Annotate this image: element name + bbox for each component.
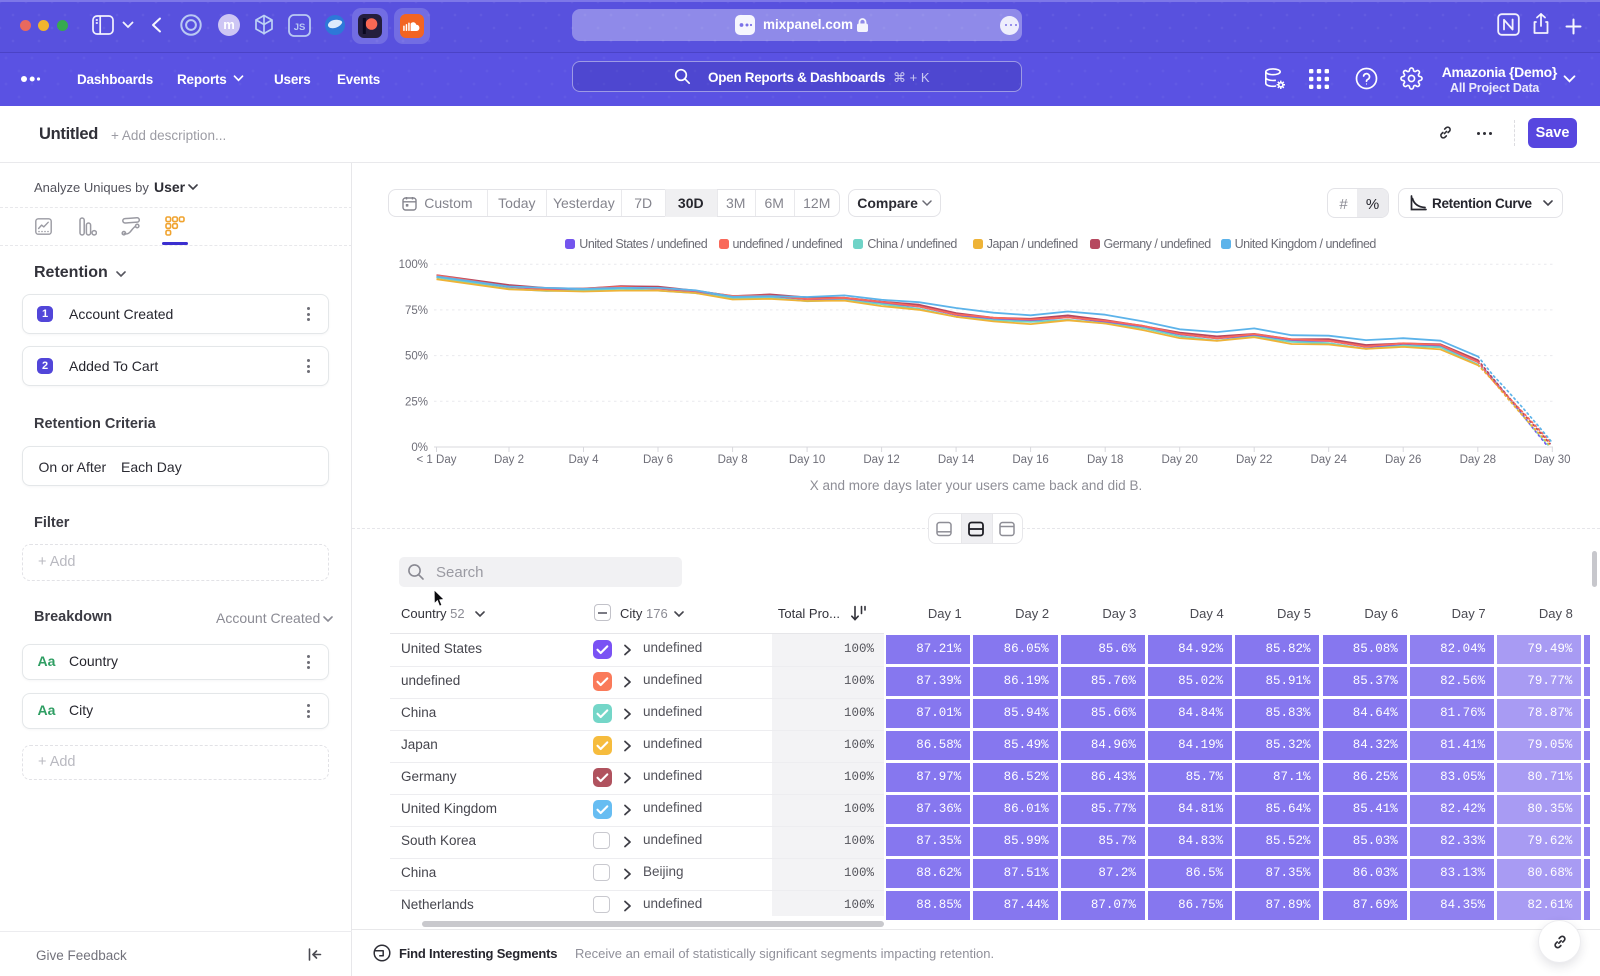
svg-text:Day 20: Day 20 — [1161, 454, 1197, 466]
svg-text:Day 10: Day 10 — [789, 454, 825, 466]
svg-text:50%: 50% — [405, 351, 428, 363]
svg-text:75%: 75% — [405, 305, 428, 317]
svg-text:25%: 25% — [405, 396, 428, 408]
svg-text:Day 6: Day 6 — [643, 454, 673, 466]
svg-text:0%: 0% — [411, 442, 428, 454]
svg-text:Day 18: Day 18 — [1087, 454, 1123, 466]
svg-text:Day 2: Day 2 — [494, 454, 524, 466]
svg-text:Day 8: Day 8 — [718, 454, 748, 466]
svg-text:100%: 100% — [399, 259, 428, 271]
svg-text:Day 24: Day 24 — [1310, 454, 1347, 466]
svg-text:Day 4: Day 4 — [568, 454, 599, 466]
svg-text:Day 22: Day 22 — [1236, 454, 1272, 466]
svg-text:Day 26: Day 26 — [1385, 454, 1421, 466]
svg-text:Day 12: Day 12 — [863, 454, 899, 466]
svg-text:Day 14: Day 14 — [938, 454, 975, 466]
svg-text:Day 30: Day 30 — [1534, 454, 1570, 466]
svg-text:< 1 Day: < 1 Day — [417, 454, 457, 466]
svg-text:Day 28: Day 28 — [1460, 454, 1496, 466]
svg-text:Day 16: Day 16 — [1012, 454, 1048, 466]
